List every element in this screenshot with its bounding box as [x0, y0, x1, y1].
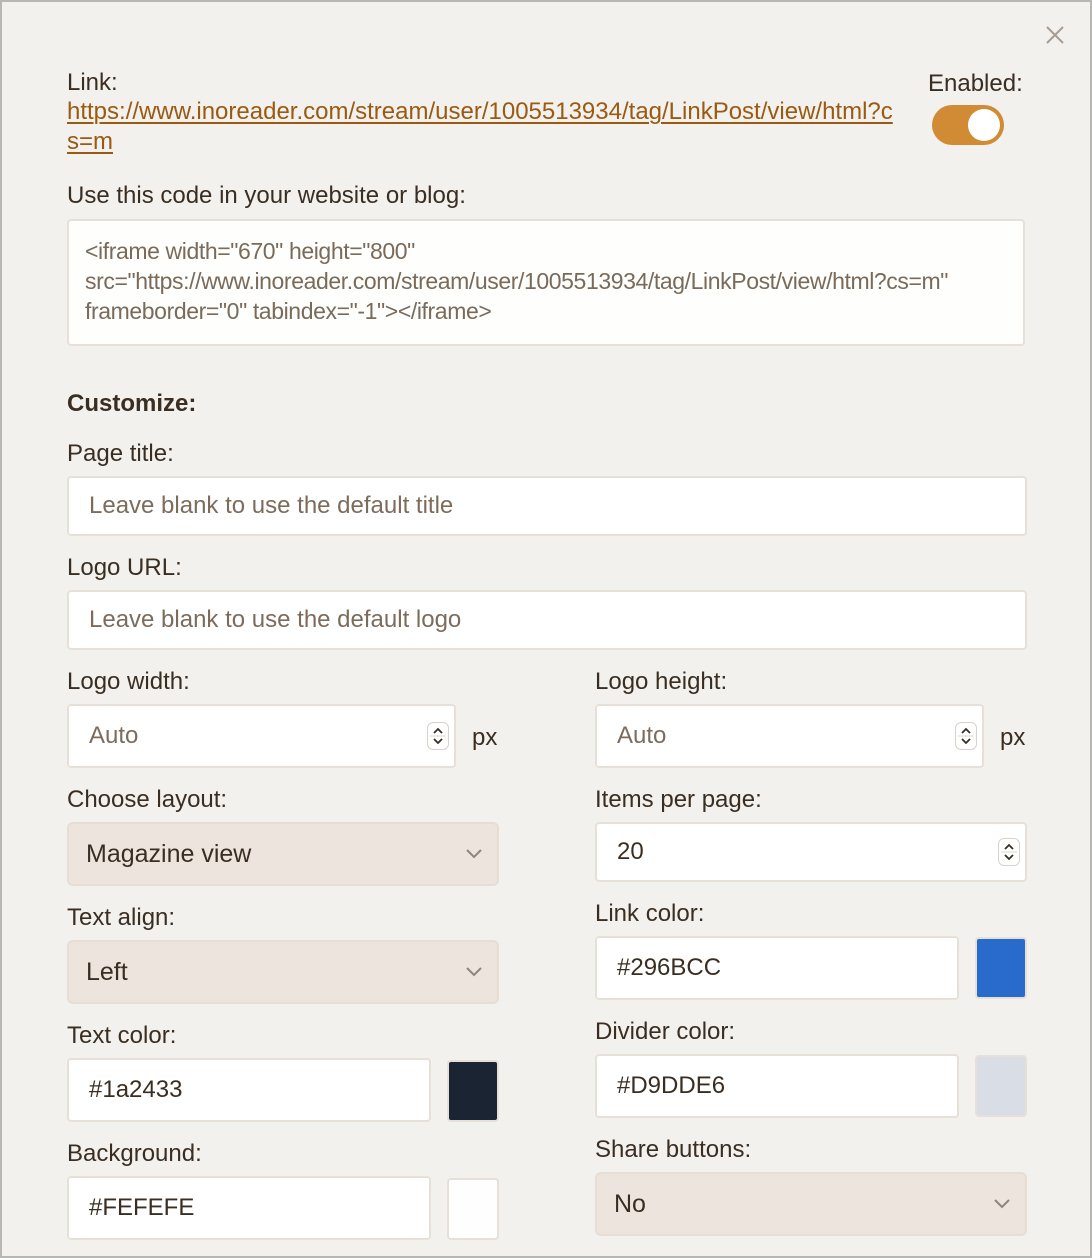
background-color-input[interactable]: #FEFEFE	[67, 1176, 431, 1240]
close-button[interactable]	[1044, 24, 1066, 46]
text-color-label: Text color:	[67, 1022, 177, 1049]
text-color-swatch[interactable]	[447, 1060, 499, 1122]
public-link[interactable]: https://www.inoreader.com/stream/user/10…	[67, 97, 897, 157]
layout-select[interactable]: Magazine view	[67, 822, 499, 886]
chevron-down-icon	[466, 849, 482, 859]
divider-color-label: Divider color:	[595, 1018, 736, 1045]
embed-settings-dialog: Link: https://www.inoreader.com/stream/u…	[2, 2, 1090, 1256]
stepper-arrows-icon	[1001, 843, 1017, 861]
logo-url-label: Logo URL:	[67, 554, 182, 581]
enabled-label: Enabled:	[928, 70, 1023, 97]
layout-label: Choose layout:	[67, 786, 228, 813]
items-per-page-label: Items per page:	[595, 786, 762, 813]
divider-color-swatch[interactable]	[975, 1055, 1027, 1117]
embed-code-textarea[interactable]: <iframe width="670" height="800" src="ht…	[67, 219, 1025, 346]
link-label: Link:	[67, 69, 118, 96]
customize-heading: Customize:	[67, 390, 197, 417]
chevron-down-icon	[466, 967, 482, 977]
logo-width-input[interactable]: Auto	[67, 704, 456, 768]
page-title-input[interactable]: Leave blank to use the default title	[67, 476, 1027, 536]
link-color-swatch[interactable]	[975, 937, 1027, 999]
embed-code-label: Use this code in your website or blog:	[67, 182, 466, 209]
toggle-knob	[968, 109, 1000, 141]
items-per-page-value: 20	[617, 838, 644, 865]
logo-width-placeholder: Auto	[89, 722, 139, 749]
divider-color-input[interactable]: #D9DDE6	[595, 1054, 959, 1118]
logo-width-unit: px	[472, 724, 498, 751]
page-title-label: Page title:	[67, 440, 174, 467]
logo-height-label: Logo height:	[595, 668, 728, 695]
chevron-down-icon	[994, 1199, 1010, 1209]
logo-height-input[interactable]: Auto	[595, 704, 984, 768]
layout-selected-value: Magazine view	[86, 840, 252, 868]
text-align-selected-value: Left	[86, 958, 128, 986]
close-icon	[1046, 26, 1064, 44]
logo-height-unit: px	[1000, 724, 1026, 751]
stepper-arrows-icon	[430, 727, 446, 745]
background-label: Background:	[67, 1140, 202, 1167]
logo-width-stepper[interactable]	[427, 722, 449, 750]
logo-url-input[interactable]: Leave blank to use the default logo	[67, 590, 1027, 650]
text-align-label: Text align:	[67, 904, 176, 931]
text-color-input[interactable]: #1a2433	[67, 1058, 431, 1122]
items-per-page-input[interactable]: 20	[595, 822, 1027, 882]
link-color-label: Link color:	[595, 900, 705, 927]
logo-height-stepper[interactable]	[955, 722, 977, 750]
share-buttons-select[interactable]: No	[595, 1172, 1027, 1236]
logo-width-label: Logo width:	[67, 668, 190, 695]
stepper-arrows-icon	[958, 727, 974, 745]
enabled-toggle[interactable]	[932, 105, 1004, 145]
background-color-swatch[interactable]	[447, 1178, 499, 1240]
link-color-input[interactable]: #296BCC	[595, 936, 959, 1000]
text-align-select[interactable]: Left	[67, 940, 499, 1004]
share-buttons-label: Share buttons:	[595, 1136, 752, 1163]
share-buttons-selected-value: No	[614, 1190, 646, 1218]
logo-height-placeholder: Auto	[617, 722, 667, 749]
items-per-page-stepper[interactable]	[998, 838, 1020, 866]
